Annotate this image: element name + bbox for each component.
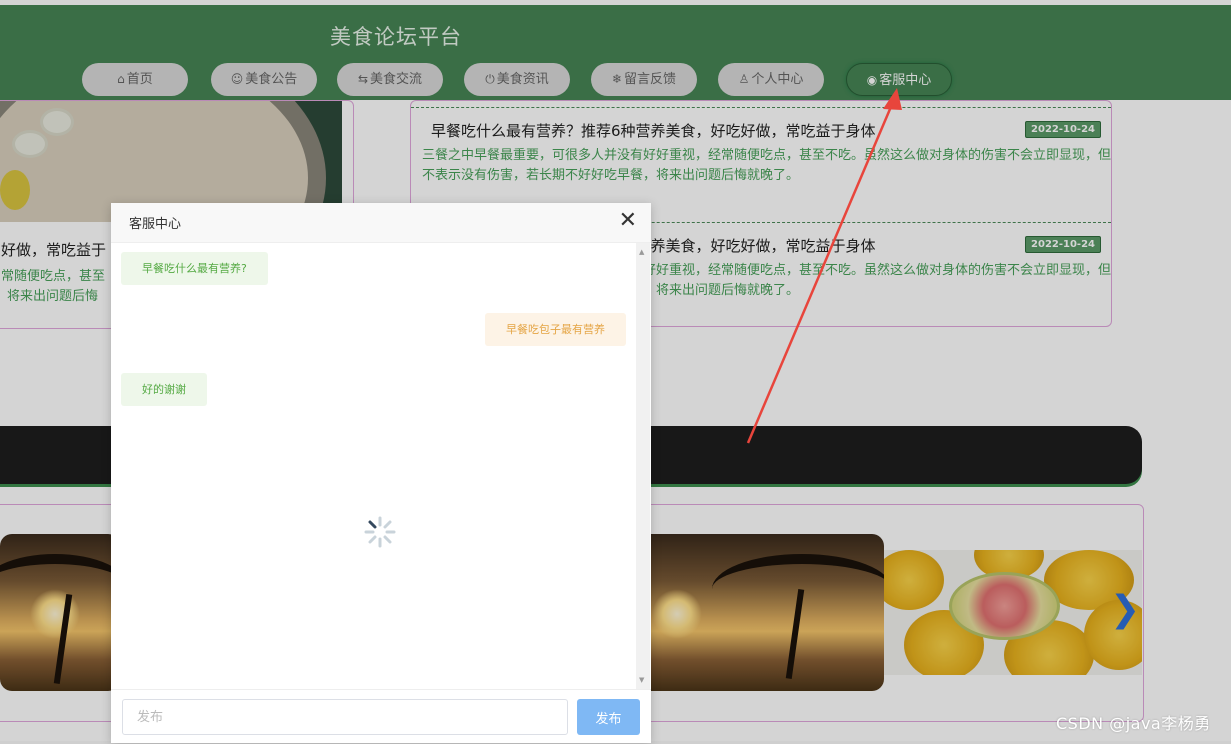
message-list: 早餐吃什么最有营养? 早餐吃包子最有营养 好的谢谢 — [111, 243, 636, 689]
scroll-up-icon[interactable]: ▲ — [639, 248, 644, 256]
message-bubble: 早餐吃包子最有营养 — [485, 313, 626, 346]
message-scrollbar[interactable]: ▲ ▼ — [636, 243, 650, 689]
loading-spinner-icon — [364, 516, 396, 548]
dialog-header: 客服中心 ✕ — [111, 203, 651, 243]
close-icon[interactable]: ✕ — [619, 210, 637, 232]
customer-service-dialog: 客服中心 ✕ 早餐吃什么最有营养? 早餐吃包子最有营养 好的谢谢 ▲ ▼ 发布 — [111, 203, 651, 743]
scroll-down-icon[interactable]: ▼ — [639, 676, 644, 684]
message-bubble: 早餐吃什么最有营养? — [121, 252, 268, 285]
message-bubble: 好的谢谢 — [121, 373, 207, 406]
send-button[interactable]: 发布 — [577, 699, 640, 735]
dialog-footer: 发布 — [111, 689, 651, 744]
dialog-title: 客服中心 — [129, 217, 182, 232]
watermark: CSDN @java李杨勇 — [1056, 714, 1211, 733]
message-input[interactable] — [122, 699, 568, 735]
